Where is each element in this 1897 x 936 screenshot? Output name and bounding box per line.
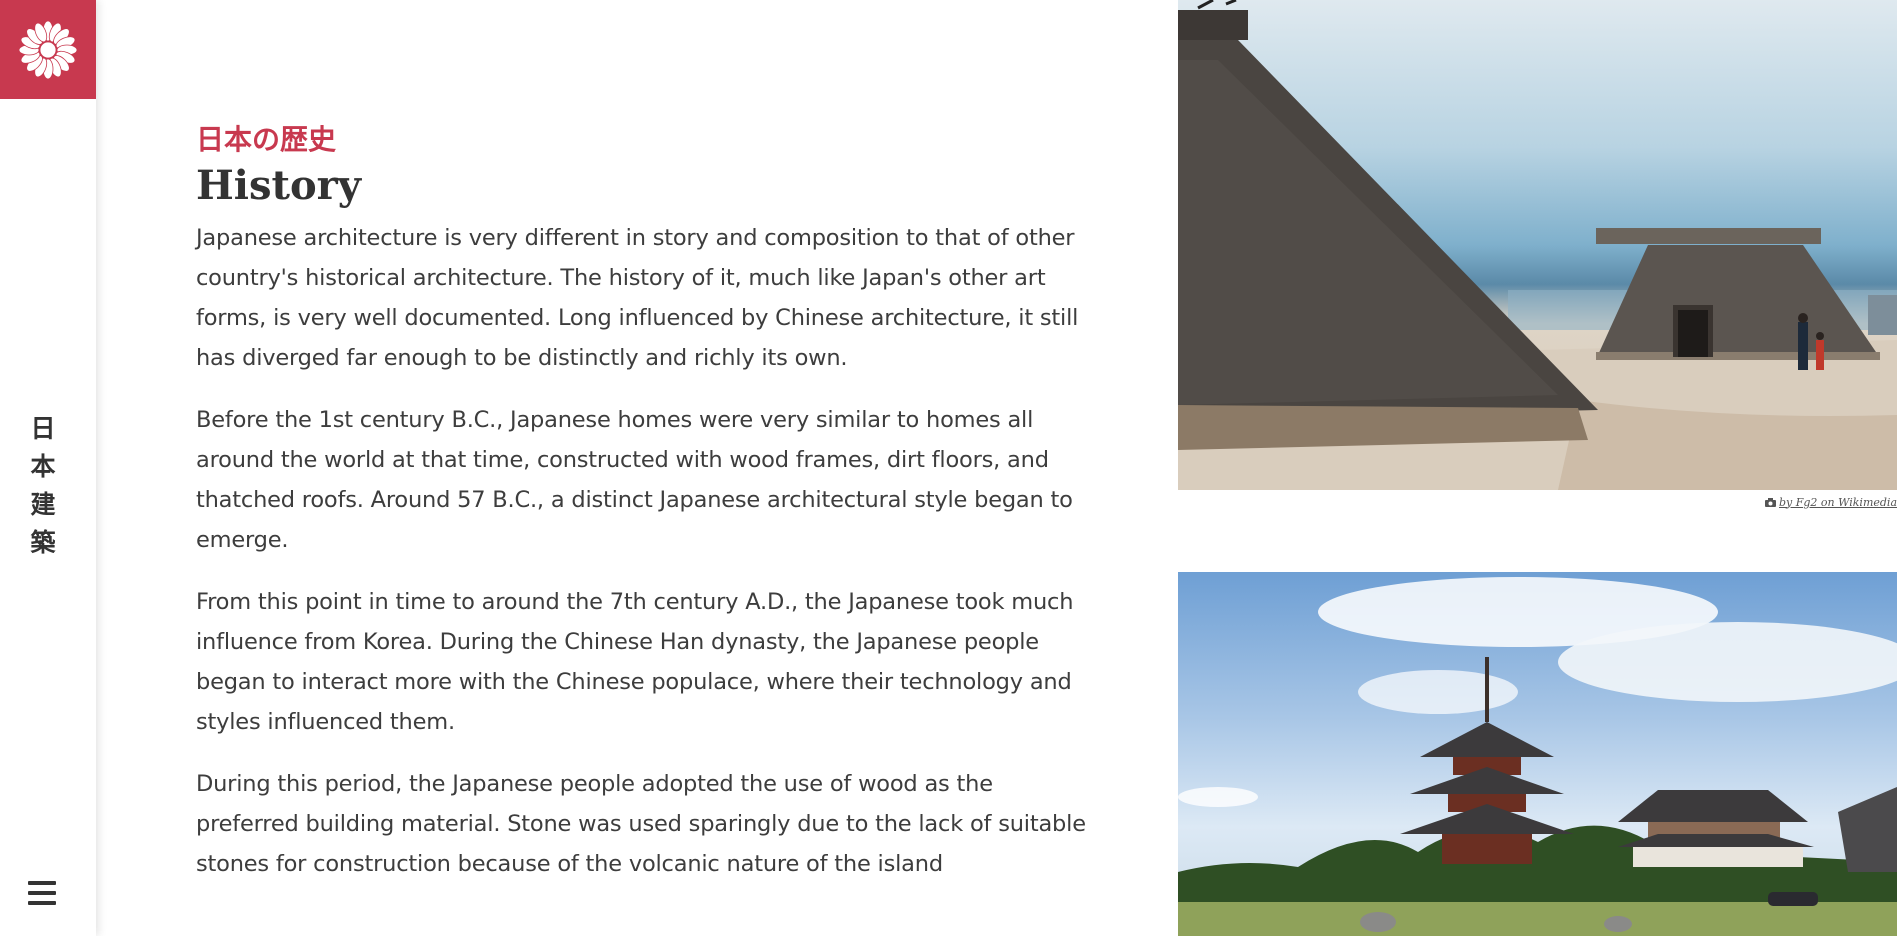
vertical-title-char: 本	[30, 452, 56, 481]
article-paragraph: From this point in time to around the 7t…	[196, 589, 1074, 735]
section-title: History	[196, 162, 361, 209]
sidebar: 日 本 建 築	[0, 0, 96, 936]
pagoda-temple-photo	[1178, 572, 1897, 936]
vertical-title-char: 建	[30, 490, 56, 519]
vertical-title-char: 築	[30, 528, 56, 557]
menu-bar	[28, 881, 56, 885]
chrysanthemum-icon	[18, 20, 78, 79]
logo[interactable]	[0, 0, 96, 99]
photo-credit-text: by Fg2 on Wikimedia	[1779, 495, 1897, 509]
photo-credit-link[interactable]: by Fg2 on Wikimedia	[1750, 494, 1897, 510]
history-article: 日本の歴史 History Japanese architecture is v…	[196, 118, 1086, 906]
article-paragraph: Before the 1st century B.C., Japanese ho…	[196, 407, 1073, 553]
hamburger-menu-icon[interactable]	[26, 878, 58, 908]
vertical-title-char: 日	[30, 414, 56, 443]
article-paragraph: During this period, the Japanese people …	[196, 771, 1086, 877]
menu-bar	[28, 901, 56, 905]
menu-bar	[28, 891, 56, 895]
article-paragraph: Japanese architecture is very different …	[196, 225, 1079, 371]
thatched-houses-photo	[1178, 0, 1897, 490]
section-subtitle-japanese: 日本の歴史	[196, 123, 337, 156]
camera-icon	[1765, 497, 1776, 507]
vertical-site-title: 日 本 建 築	[0, 410, 86, 562]
